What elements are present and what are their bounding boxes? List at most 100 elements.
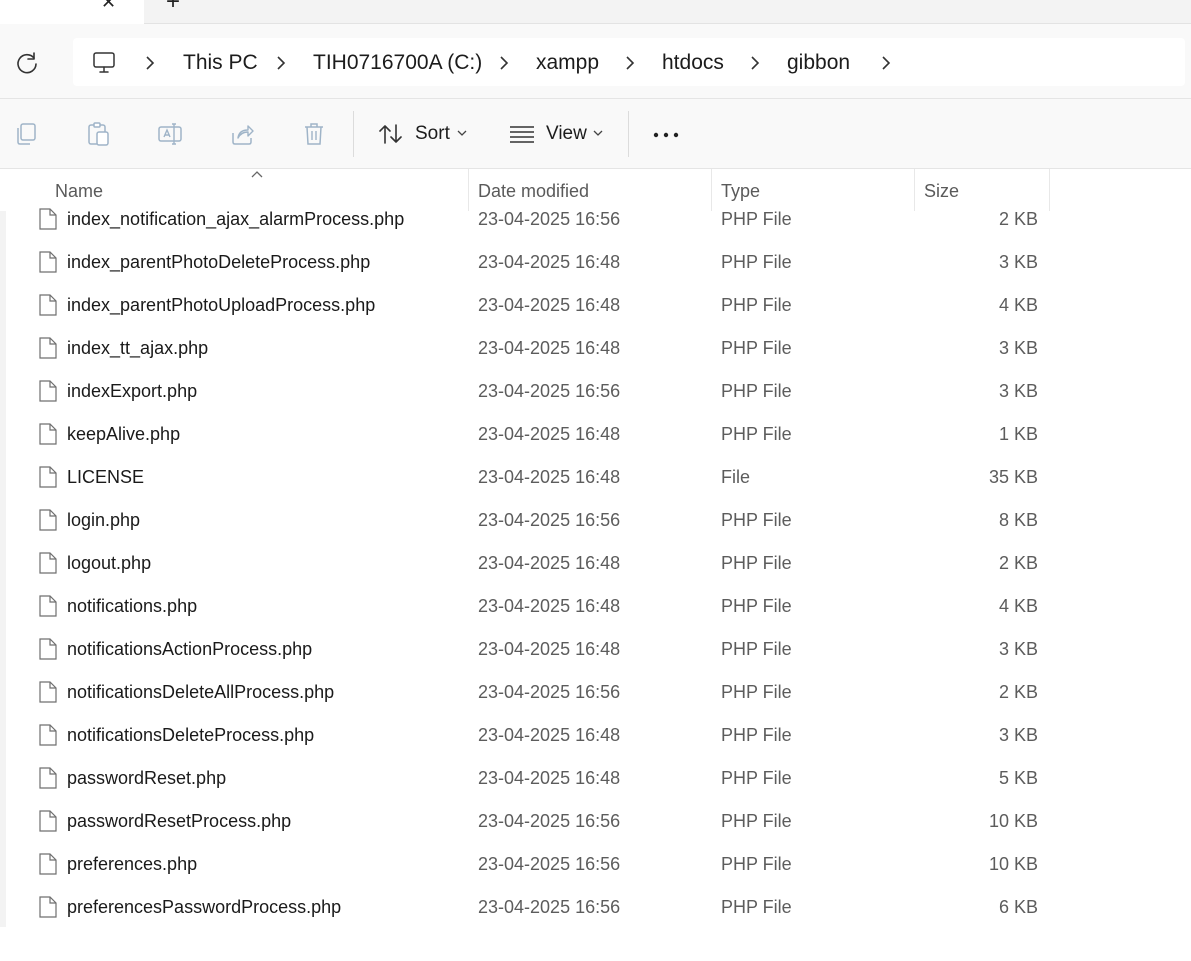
file-date-modified: 23-04-2025 16:48: [478, 639, 621, 659]
breadcrumb-drive[interactable]: TIH0716700A (C:): [313, 51, 482, 75]
file-row[interactable]: index_parentPhotoDeleteProcess.php 23-04-…: [6, 240, 1191, 283]
status-area: [0, 927, 1191, 961]
view-label: View: [546, 123, 587, 144]
chevron-right-icon[interactable]: [144, 56, 156, 70]
file-name[interactable]: index_parentPhotoUploadProcess.php: [67, 294, 375, 316]
file-name[interactable]: notificationsDeleteAllProcess.php: [67, 681, 334, 703]
file-row[interactable]: preferences.php 23-04-2025 16:56 PHP File 1…: [6, 842, 1191, 885]
file-row[interactable]: keepAlive.php 23-04-2025 16:48 PHP File 1 K…: [6, 412, 1191, 455]
breadcrumb-gibbon[interactable]: gibbon: [787, 51, 850, 75]
chevron-right-icon[interactable]: [275, 56, 287, 70]
file-size: 2 KB: [998, 209, 1038, 229]
file-name[interactable]: passwordResetProcess.php: [67, 810, 291, 832]
file-size: 4 KB: [998, 596, 1038, 616]
share-icon[interactable]: [229, 121, 255, 147]
file-icon: [39, 466, 57, 488]
file-size: 10 KB: [988, 854, 1038, 874]
chevron-right-icon[interactable]: [749, 56, 761, 70]
file-date-modified: 23-04-2025 16:56: [478, 510, 621, 530]
file-row[interactable]: index_parentPhotoUploadProcess.php 23-04-…: [6, 283, 1191, 326]
file-name[interactable]: notificationsActionProcess.php: [67, 638, 312, 660]
file-icon: [39, 509, 57, 531]
file-name[interactable]: keepAlive.php: [67, 423, 180, 445]
file-name[interactable]: index_notification_ajax_alarmProcess.php: [67, 208, 404, 230]
file-name[interactable]: preferencesPasswordProcess.php: [67, 896, 341, 918]
chevron-right-icon[interactable]: [498, 56, 510, 70]
file-row[interactable]: logout.php 23-04-2025 16:48 PHP File 2 KB: [6, 541, 1191, 584]
sort-button[interactable]: Sort: [378, 121, 470, 147]
file-type: PHP File: [721, 209, 792, 229]
rename-icon[interactable]: [157, 121, 183, 147]
file-date-modified: 23-04-2025 16:48: [478, 596, 621, 616]
file-date-modified: 23-04-2025 16:48: [478, 424, 621, 444]
file-name[interactable]: preferences.php: [67, 853, 197, 875]
address-bar[interactable]: This PC TIH0716700A (C:) xampp htdocs gi…: [73, 38, 1185, 86]
chevron-right-icon[interactable]: [880, 56, 892, 70]
file-name[interactable]: index_tt_ajax.php: [67, 337, 208, 359]
file-name[interactable]: LICENSE: [67, 466, 144, 488]
file-date-modified: 23-04-2025 16:56: [478, 381, 621, 401]
chevron-right-icon[interactable]: [624, 56, 636, 70]
file-date-modified: 23-04-2025 16:48: [478, 725, 621, 745]
file-icon: [39, 810, 57, 832]
file-row[interactable]: passwordResetProcess.php 23-04-2025 16:56…: [6, 799, 1191, 842]
file-row[interactable]: login.php 23-04-2025 16:56 PHP File 8 KB: [6, 498, 1191, 541]
file-type: PHP File: [721, 553, 792, 573]
file-icon: [39, 294, 57, 316]
sort-icon: [379, 124, 402, 144]
file-row[interactable]: index_tt_ajax.php 23-04-2025 16:48 PHP Fil…: [6, 326, 1191, 369]
file-size: 8 KB: [998, 510, 1038, 530]
file-name[interactable]: logout.php: [67, 552, 151, 574]
file-row[interactable]: index_notification_ajax_alarmProcess.php…: [6, 197, 1191, 240]
close-tab-icon[interactable]: ✕: [101, 0, 116, 11]
file-size: 4 KB: [998, 295, 1038, 315]
file-name[interactable]: notifications.php: [67, 595, 197, 617]
this-pc-icon[interactable]: [91, 50, 117, 76]
breadcrumb-xampp[interactable]: xampp: [536, 51, 599, 75]
file-row[interactable]: preferencesPasswordProcess.php 23-04-2025…: [6, 885, 1191, 927]
address-row: This PC TIH0716700A (C:) xampp htdocs gi…: [0, 24, 1191, 99]
file-icon: [39, 767, 57, 789]
file-row[interactable]: indexExport.php 23-04-2025 16:56 PHP File 3…: [6, 369, 1191, 412]
more-options-icon[interactable]: [653, 121, 679, 147]
file-date-modified: 23-04-2025 16:56: [478, 209, 621, 229]
file-type: PHP File: [721, 639, 792, 659]
file-name[interactable]: indexExport.php: [67, 380, 197, 402]
file-row[interactable]: notificationsDeleteProcess.php 23-04-2025…: [6, 713, 1191, 756]
file-icon: [39, 638, 57, 660]
file-row[interactable]: LICENSE 23-04-2025 16:48 File 35 KB: [6, 455, 1191, 498]
file-name[interactable]: login.php: [67, 509, 140, 531]
file-name[interactable]: index_parentPhotoDeleteProcess.php: [67, 251, 370, 273]
file-size: 1 KB: [998, 424, 1038, 444]
file-size: 35 KB: [988, 467, 1038, 487]
paste-icon[interactable]: [85, 121, 111, 147]
file-type: PHP File: [721, 295, 792, 315]
file-row[interactable]: notificationsDeleteAllProcess.php 23-04-2…: [6, 670, 1191, 713]
view-button[interactable]: View: [509, 121, 605, 147]
file-type: PHP File: [721, 854, 792, 874]
new-tab-icon[interactable]: +: [166, 0, 180, 14]
file-icon: [39, 595, 57, 617]
delete-icon[interactable]: [301, 121, 327, 147]
file-type: File: [721, 467, 751, 487]
breadcrumb-htdocs[interactable]: htdocs: [662, 51, 724, 75]
file-icon: [39, 380, 57, 402]
file-icon: [39, 423, 57, 445]
file-date-modified: 23-04-2025 16:48: [478, 768, 621, 788]
file-row[interactable]: passwordReset.php 23-04-2025 16:48 PHP Fil…: [6, 756, 1191, 799]
file-icon: [39, 853, 57, 875]
file-type: PHP File: [721, 510, 792, 530]
refresh-icon[interactable]: [14, 50, 40, 76]
file-type: PHP File: [721, 596, 792, 616]
file-type: PHP File: [721, 897, 792, 917]
breadcrumb-this-pc[interactable]: This PC: [183, 51, 258, 75]
file-icon: [39, 724, 57, 746]
chevron-down-icon: [457, 130, 467, 136]
file-name[interactable]: notificationsDeleteProcess.php: [67, 724, 314, 746]
file-row[interactable]: notifications.php 23-04-2025 16:48 PHP Fil…: [6, 584, 1191, 627]
active-tab[interactable]: ✕: [0, 0, 144, 25]
file-name[interactable]: passwordReset.php: [67, 767, 226, 789]
file-row[interactable]: notificationsActionProcess.php 23-04-2025…: [6, 627, 1191, 670]
file-type: PHP File: [721, 682, 792, 702]
copy-icon[interactable]: [13, 121, 39, 147]
